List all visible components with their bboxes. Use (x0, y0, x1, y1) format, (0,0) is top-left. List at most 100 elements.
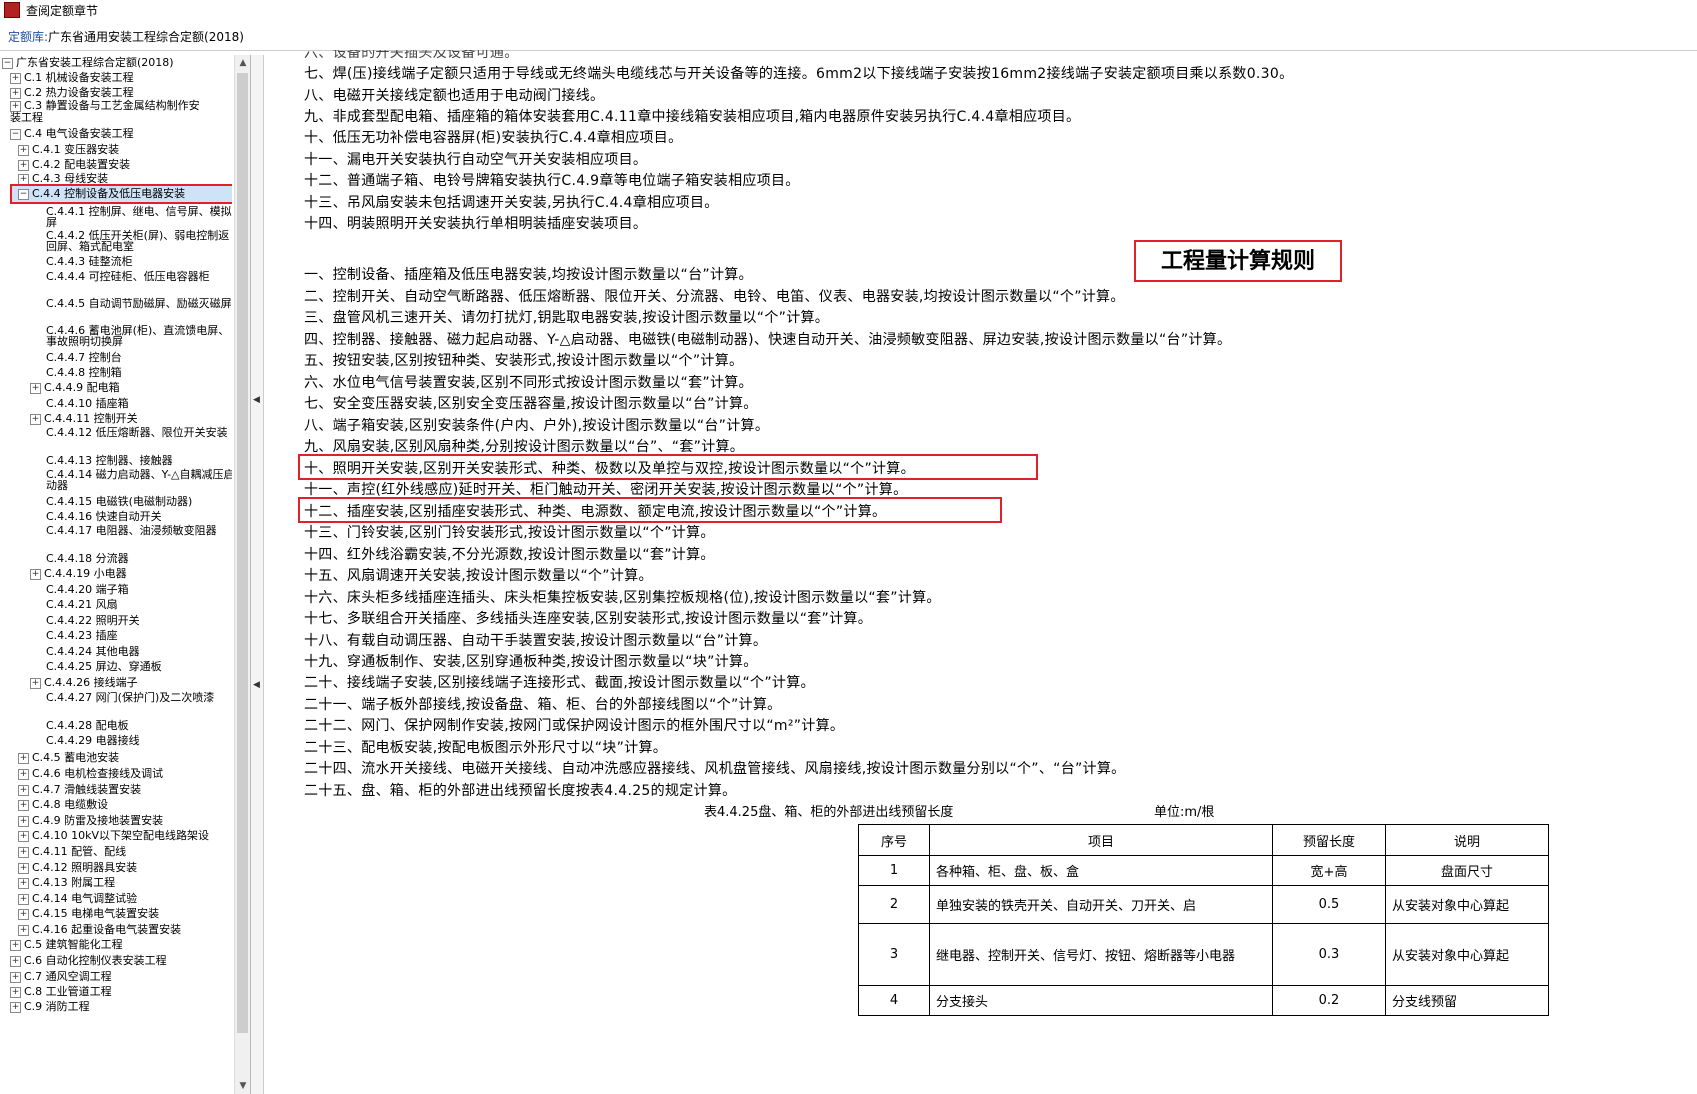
tree-leaf-c447[interactable]: C.4.4.7 控制台 (46, 352, 122, 364)
tree-leaf-c441[interactable]: C.4.4.1 控制屏、继电、信号屏、模拟屏 (46, 206, 232, 228)
tree-leaf-c444[interactable]: C.4.4.4 可控硅柜、低压电容器柜 (46, 271, 232, 282)
tree-node-c46[interactable]: + C.4.6 电机检查接线及调试 (18, 768, 163, 780)
expand-icon[interactable]: + (18, 846, 29, 858)
expand-icon[interactable]: + (30, 413, 41, 425)
scroll-up-arrow-icon[interactable]: ▲ (235, 55, 250, 71)
tree-leaf-c443[interactable]: C.4.4.3 硅整流柜 (46, 256, 133, 268)
tree-leaf-c445[interactable]: C.4.4.5 自动调节励磁屏、励磁灭磁屏 (46, 298, 232, 309)
table-cell: 0.2 (1272, 985, 1386, 1016)
tree-leaf-c4424[interactable]: C.4.4.24 其他电器 (46, 646, 140, 658)
tree-leaf-c4429[interactable]: C.4.4.29 电器接线 (46, 735, 140, 747)
tree-leaf-c448[interactable]: C.4.4.8 控制箱 (46, 367, 122, 379)
tree-leaf-c4416[interactable]: C.4.4.16 快速自动开关 (46, 511, 162, 523)
tree-node-c6[interactable]: + C.6 自动化控制仪表安装工程 (10, 955, 167, 967)
panel-splitter[interactable]: ◀ ◀ (251, 55, 264, 1094)
expand-icon[interactable]: + (18, 877, 29, 889)
tree-leaf-c4423[interactable]: C.4.4.23 插座 (46, 630, 118, 642)
tree-leaf-c4422[interactable]: C.4.4.22 照明开关 (46, 615, 140, 627)
tree-node-c44-selected[interactable]: − C.4.4 控制设备及低压电器安装 (10, 184, 232, 204)
expand-icon[interactable]: + (30, 382, 41, 394)
tree-node-c414[interactable]: + C.4.14 电气调整试验 (18, 893, 137, 905)
expand-icon[interactable]: + (18, 799, 29, 811)
expand-icon[interactable]: + (18, 752, 29, 764)
expand-icon[interactable]: + (10, 72, 21, 84)
expand-icon[interactable]: + (10, 87, 21, 99)
expand-icon[interactable]: + (18, 908, 29, 920)
tree-leaf-c4428[interactable]: C.4.4.28 配电板 (46, 720, 129, 732)
tree-node-c411[interactable]: + C.4.11 配管、配线 (18, 846, 126, 858)
collapse-icon[interactable]: − (10, 128, 21, 140)
scrollbar-thumb[interactable] (237, 73, 248, 1033)
table-row: 4 分支接头 0.2 分支线预留 (858, 985, 1549, 1016)
tree-node-c42[interactable]: + C.4.2 配电装置安装 (18, 159, 130, 171)
tree-node-c41[interactable]: + C.4.1 变压器安装 (18, 144, 119, 156)
tree-leaf-c442[interactable]: C.4.4.2 低压开关柜(屏)、弱电控制返回屏、箱式配电室 (46, 230, 232, 252)
tree-node-c45[interactable]: + C.4.5 蓄电池安装 (18, 752, 119, 764)
tree-node-c4[interactable]: − C.4 电气设备安装工程 (10, 128, 134, 140)
tree-leaf-c4415[interactable]: C.4.4.15 电磁铁(电磁制动器) (46, 496, 192, 508)
note-line: 九、非成套型配电箱、插座箱的箱体安装套用C.4.11章中接线箱安装相应项目,箱内… (304, 109, 1081, 125)
tree-node-c5[interactable]: + C.5 建筑智能化工程 (10, 939, 123, 951)
collapse-icon[interactable]: − (18, 188, 29, 200)
tree-leaf-c4421[interactable]: C.4.4.21 风扇 (46, 599, 118, 611)
reserve-length-table: 序号 项目 预留长度 说明 1 各种箱、柜、盘、板、盒 宽+高 盘面尺寸 2 单… (858, 824, 1549, 1016)
expand-icon[interactable]: + (18, 815, 29, 827)
tree-node-c8[interactable]: + C.8 工业管道工程 (10, 986, 112, 998)
tree-node-c2[interactable]: + C.2 热力设备安装工程 (10, 87, 134, 99)
tree-node-root[interactable]: − 广东省安装工程综合定额(2018) (2, 57, 174, 69)
tree-leaf-c4417[interactable]: C.4.4.17 电阻器、油浸频敏变阻器 (46, 525, 232, 536)
tree-leaf-c4414[interactable]: C.4.4.14 磁力启动器、Y-△自耦减压启动器 (46, 469, 232, 491)
tree-node-c3[interactable]: + C.3 静置设备与工艺金属结构制作安装工程 (10, 100, 200, 123)
scroll-down-arrow-icon[interactable]: ▼ (235, 1078, 250, 1094)
tree-node-c4419[interactable]: + C.4.4.19 小电器 (30, 568, 127, 580)
tree-leaf-c446[interactable]: C.4.4.6 蓄电池屏(柜)、直流馈电屏、事故照明切换屏 (46, 325, 232, 347)
tree-leaf-c4425[interactable]: C.4.4.25 屏边、穿通板 (46, 661, 162, 673)
tree-scrollbar[interactable]: ▲ ▼ (234, 55, 250, 1094)
expand-icon[interactable]: + (10, 971, 21, 983)
tree-node-c9[interactable]: + C.9 消防工程 (10, 1001, 90, 1013)
expand-icon[interactable]: + (10, 1001, 21, 1013)
quota-db-value[interactable]: 广东省通用安装工程综合定额(2018) (48, 28, 244, 45)
expand-icon[interactable]: + (18, 144, 29, 156)
tree-leaf-c4427[interactable]: C.4.4.27 网门(保护门)及二次喷漆 (46, 692, 232, 703)
tree-node-c48[interactable]: + C.4.8 电缆敷设 (18, 799, 108, 811)
tree-leaf-c4410[interactable]: C.4.4.10 插座箱 (46, 398, 129, 410)
expand-icon[interactable]: + (18, 924, 29, 936)
expand-icon[interactable]: + (30, 677, 41, 689)
tree-node-c410[interactable]: + C.4.10 10kV以下架空配电线路架设 (18, 830, 209, 842)
expand-icon[interactable]: + (18, 768, 29, 780)
tree-node-c449[interactable]: + C.4.4.9 配电箱 (30, 382, 120, 394)
tree-node-c416[interactable]: + C.4.16 起重设备电气装置安装 (18, 924, 181, 936)
tree-node-c415[interactable]: + C.4.15 电梯电气装置安装 (18, 908, 159, 920)
tree-node-c4426[interactable]: + C.4.4.26 接线端子 (30, 677, 138, 689)
expand-icon[interactable]: + (10, 939, 21, 951)
window-titlebar: 查阅定额章节 (0, 0, 1697, 20)
tree-node-c47[interactable]: + C.4.7 滑触线装置安装 (18, 784, 141, 796)
expand-icon[interactable]: + (18, 173, 29, 185)
collapse-icon[interactable]: − (2, 57, 13, 69)
tree-node-c1[interactable]: + C.1 机械设备安装工程 (10, 72, 134, 84)
tree-leaf-c4413[interactable]: C.4.4.13 控制器、接触器 (46, 455, 173, 467)
tree-node-c412[interactable]: + C.4.12 照明器具安装 (18, 862, 137, 874)
table-cell: 盘面尺寸 (1385, 855, 1549, 886)
tree-node-c4411[interactable]: + C.4.4.11 控制开关 (30, 413, 138, 425)
tree-node-c413[interactable]: + C.4.13 附属工程 (18, 877, 115, 889)
tree-leaf-c4420[interactable]: C.4.4.20 端子箱 (46, 584, 129, 596)
expand-icon[interactable]: + (18, 893, 29, 905)
tree-node-c43[interactable]: + C.4.3 母线安装 (18, 173, 108, 185)
collapse-left-arrow-icon[interactable]: ◀ (253, 395, 260, 405)
tree-leaf-c4412[interactable]: C.4.4.12 低压熔断器、限位开关安装 (46, 427, 232, 438)
tree-node-c49[interactable]: + C.4.9 防雷及接地装置安装 (18, 815, 163, 827)
expand-icon[interactable]: + (18, 784, 29, 796)
collapse-left-arrow-icon[interactable]: ◀ (253, 680, 260, 690)
expand-icon[interactable]: + (30, 568, 41, 580)
tree-leaf-c4418[interactable]: C.4.4.18 分流器 (46, 553, 129, 565)
expand-icon[interactable]: + (18, 830, 29, 842)
rule-line: 十五、风扇调速开关安装,按设计图示数量以“个”计算。 (304, 568, 653, 584)
expand-icon[interactable]: + (10, 986, 21, 998)
tree-node-c7[interactable]: + C.7 通风空调工程 (10, 971, 112, 983)
expand-icon[interactable]: + (18, 862, 29, 874)
rule-line: 十七、多联组合开关插座、多线插头连座安装,区别安装形式,按设计图示数量以“套”计… (304, 611, 873, 627)
expand-icon[interactable]: + (10, 955, 21, 967)
expand-icon[interactable]: + (18, 159, 29, 171)
